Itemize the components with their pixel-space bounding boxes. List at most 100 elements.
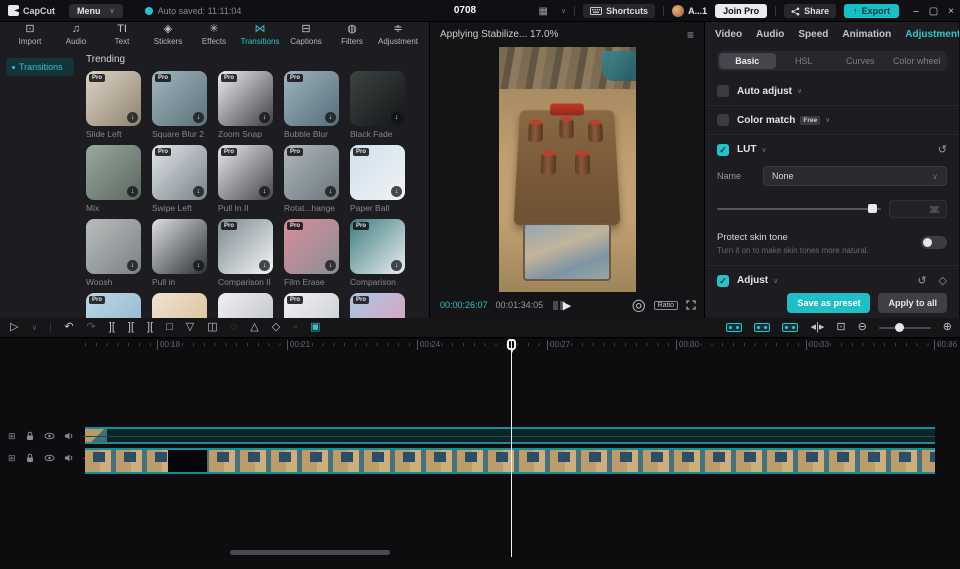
zoom-out-icon[interactable]: ⊖ — [858, 322, 867, 333]
download-icon[interactable]: ↓ — [259, 260, 270, 271]
tab-audio[interactable]: ♫Audio — [54, 24, 98, 46]
lock-icon[interactable] — [25, 453, 35, 463]
chevron-down-icon[interactable]: ∨ — [825, 116, 830, 124]
transition-thumbnail[interactable]: Pro↓ — [350, 293, 405, 318]
download-icon[interactable]: ↓ — [259, 112, 270, 123]
download-icon[interactable]: ↓ — [127, 186, 138, 197]
lut-select[interactable]: None ∨ — [763, 166, 947, 186]
download-icon[interactable]: ↓ — [259, 186, 270, 197]
transition-thumbnail[interactable]: Pro↓ — [284, 71, 339, 126]
freeze-frame-icon[interactable]: △ — [250, 322, 258, 333]
transition-item-woosh[interactable]: ↓Woosh — [86, 219, 141, 287]
tab-filters[interactable]: ◍Filters — [330, 24, 374, 46]
chevron-down-icon[interactable]: ∨ — [761, 146, 766, 154]
chevron-down-icon[interactable]: ∨ — [797, 87, 802, 95]
subtab-color-wheel[interactable]: Color wheel — [889, 53, 946, 69]
overlay-track-clip[interactable] — [85, 427, 935, 444]
protect-skin-tone-toggle[interactable] — [921, 236, 947, 249]
layout-icon[interactable]: ▦ — [538, 6, 547, 17]
lut-intensity-stepper[interactable] — [889, 200, 947, 218]
chevron-down-icon[interactable]: ∨ — [773, 277, 778, 285]
tab-animation[interactable]: Animation — [842, 29, 891, 40]
minimize-button[interactable]: – — [913, 6, 919, 17]
transition-thumbnail[interactable]: ↓ — [152, 219, 207, 274]
transition-thumbnail[interactable]: Pro↓ — [284, 219, 339, 274]
close-button[interactable]: × — [948, 6, 954, 17]
tab-speed[interactable]: Speed — [798, 29, 828, 40]
transition-item-comparison-ii[interactable]: Pro↓Comparison II — [218, 219, 273, 287]
transition-thumbnail[interactable]: ↓ — [152, 293, 207, 318]
mute-icon[interactable] — [64, 453, 74, 463]
download-icon[interactable]: ↓ — [391, 186, 402, 197]
multitrack-view-icon[interactable]: ⊡ — [836, 322, 845, 333]
play-button[interactable]: ▶ — [563, 299, 571, 312]
reset-icon[interactable]: ↺ — [917, 274, 926, 287]
transition-thumbnail[interactable]: Pro↓ — [284, 293, 339, 318]
zoom-in-icon[interactable]: ⊕ — [943, 322, 952, 333]
transition-item-square-blur-2[interactable]: Pro↓Square Blur 2 — [152, 71, 207, 139]
transition-thumbnail[interactable]: Pro↓ — [152, 71, 207, 126]
keyframe-icon[interactable]: ◇ — [939, 274, 947, 287]
download-icon[interactable]: ↓ — [391, 260, 402, 271]
transition-thumbnail[interactable]: Pro↓ — [86, 71, 141, 126]
delete-left-icon[interactable]: ][ — [128, 322, 134, 333]
transition-thumbnail[interactable]: ↓ — [218, 293, 273, 318]
transition-item-item[interactable]: ↓ — [218, 293, 273, 318]
stabilize-icon[interactable]: ▣ — [310, 322, 320, 333]
transition-item-item[interactable]: Pro↓ — [86, 293, 141, 318]
transition-item-rotat-hange[interactable]: Pro↓Rotat...hange — [284, 145, 339, 213]
save-as-preset-button[interactable]: Save as preset — [787, 293, 870, 313]
delete-right-icon[interactable]: ][ — [147, 322, 153, 333]
tab-captions[interactable]: ⊟Captions — [284, 24, 328, 46]
color-match-checkbox[interactable] — [717, 114, 729, 126]
slider-handle[interactable] — [868, 204, 877, 213]
account-button[interactable]: A...1 — [672, 5, 707, 17]
time-ruler[interactable]: 00:1800:2100:2400:2700:3000:3300:36 — [0, 339, 960, 352]
playhead[interactable] — [511, 339, 512, 557]
transition-thumbnail[interactable]: Pro↓ — [218, 71, 273, 126]
apply-to-all-button[interactable]: Apply to all — [878, 293, 947, 313]
subtab-curves[interactable]: Curves — [832, 53, 889, 69]
main-video-track-clip[interactable] — [85, 448, 935, 474]
transition-thumbnail[interactable]: Pro↓ — [86, 293, 141, 318]
transition-thumbnail[interactable]: Pro↓ — [218, 219, 273, 274]
tab-video[interactable]: Video — [715, 29, 742, 40]
zoom-slider-handle[interactable] — [895, 323, 904, 332]
split-icon[interactable]: ][ — [109, 322, 115, 333]
transition-thumbnail[interactable]: Pro↓ — [350, 219, 405, 274]
lut-checkbox[interactable]: ✓ — [717, 144, 729, 156]
track-collapse-icon[interactable]: ⊞ — [8, 454, 16, 463]
transition-item-pull-in-ii[interactable]: Pro↓Pull In II — [218, 145, 273, 213]
transition-item-item[interactable]: Pro↓ — [350, 293, 405, 318]
select-tool-chevron-icon[interactable]: ∨ — [31, 322, 37, 333]
tab-text[interactable]: TIText — [100, 24, 144, 46]
transition-item-comparison[interactable]: Pro↓Comparison — [350, 219, 405, 287]
horizontal-scrollbar[interactable] — [230, 550, 390, 555]
download-icon[interactable]: ↓ — [193, 260, 204, 271]
tab-adjustment[interactable]: ≑Adjustment — [376, 24, 420, 46]
linkage-toggle-icon[interactable] — [754, 323, 770, 332]
download-icon[interactable]: ↓ — [391, 112, 402, 123]
download-icon[interactable]: ↓ — [127, 112, 138, 123]
keyframe-icon[interactable]: ◇ — [272, 322, 280, 333]
transition-item-slide-left[interactable]: Pro↓Slide Left — [86, 71, 141, 139]
main-track-magnet-toggle-icon[interactable] — [726, 323, 742, 332]
reset-icon[interactable]: ↺ — [938, 143, 947, 156]
mask-icon[interactable]: ▽ — [186, 322, 194, 333]
transition-thumbnail[interactable]: ↓ — [350, 71, 405, 126]
toggle-visibility-icon[interactable] — [44, 453, 55, 463]
download-icon[interactable]: ↓ — [193, 186, 204, 197]
preview-axis-toggle-icon[interactable] — [782, 323, 798, 332]
rotate-icon[interactable]: ▫ — [293, 322, 297, 333]
transition-item-mix[interactable]: ↓Mix — [86, 145, 141, 213]
lock-icon[interactable] — [25, 431, 35, 441]
transition-item-film-erase[interactable]: Pro↓Film Erase — [284, 219, 339, 287]
transition-item-black-fade[interactable]: ↓Black Fade — [350, 71, 405, 139]
transition-item-pull-in[interactable]: ↓Pull in — [152, 219, 207, 287]
snap-playhead-icon[interactable]: ◂|▸ — [810, 322, 824, 333]
redo-icon[interactable]: ↷ — [87, 322, 96, 333]
transition-item-item[interactable]: Pro↓ — [284, 293, 339, 318]
menu-button[interactable]: Menu ∨ — [69, 4, 123, 18]
auto-adjust-checkbox[interactable] — [717, 85, 729, 97]
share-button[interactable]: Share — [784, 4, 836, 18]
